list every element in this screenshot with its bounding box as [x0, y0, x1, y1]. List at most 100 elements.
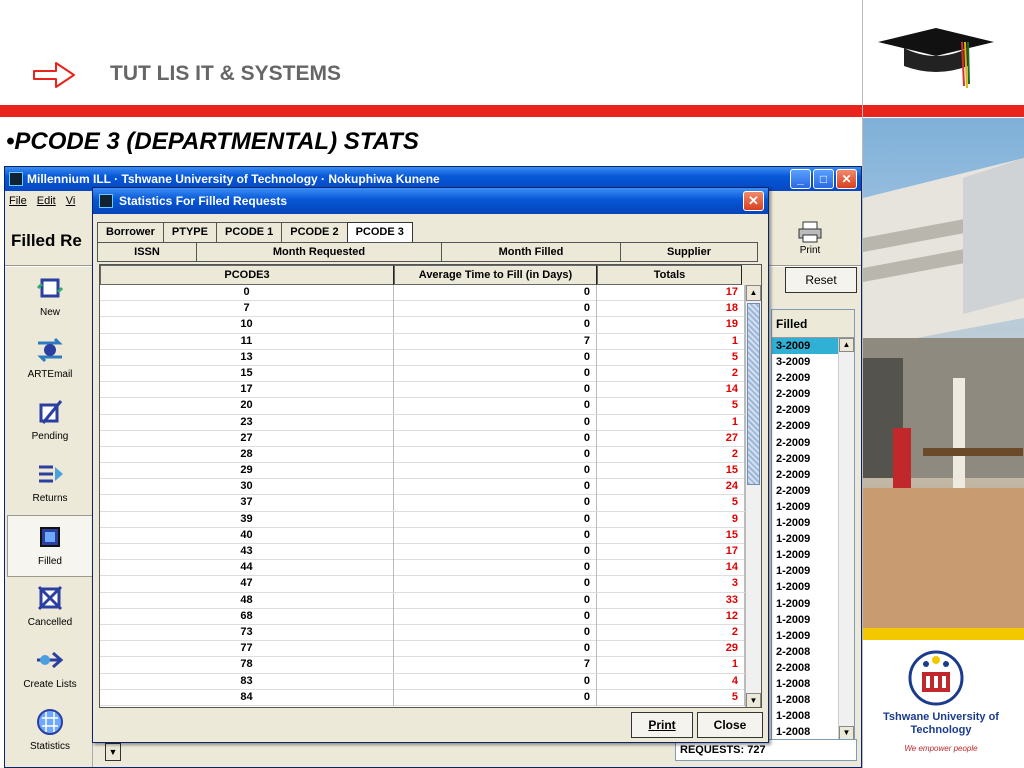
table-row[interactable]: 37 0 5	[100, 495, 746, 512]
slide-bullet: •PCODE 3 (DEPARTMENTAL) STATS	[6, 128, 419, 155]
print-button[interactable]: Print	[631, 712, 693, 738]
slide-title: TUT LIS IT & SYSTEMS	[110, 62, 342, 85]
table-row[interactable]: 78 7 1	[100, 657, 746, 674]
table-row[interactable]: 11 7 1	[100, 333, 746, 350]
minimize-icon[interactable]: _	[790, 169, 811, 189]
cell-avg-time: 7	[394, 333, 597, 350]
table-row[interactable]: 44 0 14	[100, 560, 746, 577]
table-row[interactable]: 83 0 4	[100, 673, 746, 690]
cell-avg-time: 0	[394, 527, 597, 544]
reset-button[interactable]: Reset	[785, 267, 857, 293]
column-header-pcode3[interactable]: PCODE3	[100, 265, 394, 285]
cell-pcode3: 73	[100, 624, 394, 641]
table-row[interactable]: 7 0 18	[100, 301, 746, 318]
sidebar-item-cancelled[interactable]: Cancelled	[7, 577, 93, 639]
menu-view[interactable]: Vi	[66, 191, 76, 211]
filled-requests-list[interactable]: Filled 3-2009 3-2009 2-2009 2-2009 2-2009 2-2…	[771, 309, 855, 741]
column-header-totals[interactable]: Totals	[597, 265, 742, 285]
table-row[interactable]: 27 0 27	[100, 430, 746, 447]
logo-motto: We empower people	[904, 744, 978, 753]
gold-divider	[863, 628, 1024, 640]
cell-pcode3: 68	[100, 608, 394, 625]
graduation-cap-icon	[878, 28, 994, 89]
tab-pcode2[interactable]: PCODE 2	[281, 222, 348, 242]
scroll-thumb[interactable]	[747, 303, 760, 485]
table-row[interactable]: 10 0 19	[100, 317, 746, 334]
table-row[interactable]: 68 0 12	[100, 608, 746, 625]
cell-total: 15	[597, 527, 745, 544]
tab-borrower[interactable]: Borrower	[97, 222, 164, 242]
table-row[interactable]: 28 0 2	[100, 446, 746, 464]
table-row[interactable]: 43 0 17	[100, 544, 746, 561]
scroll-up-icon[interactable]: ▲	[839, 338, 854, 352]
table-row[interactable]: 17 0 14	[100, 382, 746, 399]
logo-name: Tshwane University of Technology	[883, 711, 999, 736]
table-row[interactable]: 23 0 1	[100, 414, 746, 431]
chevron-down-icon[interactable]: ▼	[105, 743, 121, 761]
sidebar-item-filled[interactable]: Filled	[7, 515, 93, 577]
tab-ptype[interactable]: PTYPE	[162, 222, 217, 242]
table-row[interactable]: 40 0 15	[100, 527, 746, 544]
table-row[interactable]: 0 0 17	[100, 285, 746, 302]
filled-icon	[40, 527, 60, 547]
tab-month-filled[interactable]: Month Filled	[441, 242, 621, 262]
cell-total: 5	[597, 398, 745, 415]
cell-avg-time: 0	[394, 624, 597, 641]
menu-edit[interactable]: Edit	[37, 191, 56, 211]
cell-avg-time: 0	[394, 301, 597, 318]
sidebar-label: Returns	[32, 493, 68, 504]
dialog-titlebar[interactable]: Statistics For Filled Requests ✕	[93, 188, 768, 214]
column-header-avg-time[interactable]: Average Time to Fill (in Days)	[394, 265, 597, 285]
list-scrollbar[interactable]: ▲ ▼	[838, 338, 854, 740]
table-row[interactable]: 39 0 9	[100, 511, 746, 528]
table-row[interactable]: 30 0 24	[100, 479, 746, 496]
menu-file[interactable]: File	[9, 191, 27, 211]
cell-total: 5	[597, 495, 745, 512]
scroll-down-icon[interactable]: ▼	[746, 693, 761, 707]
sidebar-item-statistics[interactable]: Statistics	[7, 701, 93, 763]
sidebar-item-create-lists[interactable]: Create Lists	[7, 639, 93, 701]
table-row[interactable]: 84 0 5	[100, 689, 746, 706]
cell-avg-time: 0	[394, 414, 597, 431]
close-button[interactable]: Close	[697, 712, 763, 738]
cell-total: 4	[597, 673, 745, 690]
cell-pcode3: 7	[100, 301, 394, 318]
cell-pcode3: 27	[100, 430, 394, 447]
dialog-close-icon[interactable]: ✕	[743, 191, 764, 211]
table-row[interactable]: 13 0 5	[100, 349, 746, 366]
cell-total: 14	[597, 382, 745, 399]
cell-pcode3: 48	[100, 592, 394, 609]
tut-logo	[908, 650, 964, 706]
table-row[interactable]: 47 0 3	[100, 576, 746, 593]
sidebar-item-artemail[interactable]: ARTEmail	[7, 329, 93, 391]
sidebar-item-pending[interactable]: Pending	[7, 391, 93, 453]
table-row[interactable]: 15 0 2	[100, 365, 746, 383]
table-row[interactable]: 77 0 29	[100, 641, 746, 658]
sidebar-item-returns[interactable]: Returns	[7, 453, 93, 515]
tab-pcode3[interactable]: PCODE 3	[346, 222, 413, 242]
maximize-icon[interactable]: □	[813, 169, 834, 189]
table-row[interactable]: 73 0 2	[100, 624, 746, 642]
close-icon[interactable]: ✕	[836, 169, 857, 189]
cell-pcode3: 17	[100, 382, 394, 399]
cell-avg-time: 0	[394, 560, 597, 577]
table-row[interactable]: 29 0 15	[100, 463, 746, 480]
tab-issn[interactable]: ISSN	[97, 242, 197, 262]
table-row[interactable]: 48 0 33	[100, 592, 746, 609]
table-row[interactable]: 20 0 5	[100, 398, 746, 415]
sidebar-item-new[interactable]: New	[7, 267, 93, 329]
cell-pcode3: 11	[100, 333, 394, 350]
scroll-up-icon[interactable]: ▲	[746, 285, 761, 301]
tab-supplier[interactable]: Supplier	[620, 242, 758, 262]
tab-pcode1[interactable]: PCODE 1	[215, 222, 283, 242]
app-title: Millennium ILL · Tshwane University of T…	[27, 172, 440, 186]
table-scrollbar[interactable]: ▲ ▼	[745, 285, 761, 707]
print-label: Print	[799, 245, 821, 256]
list-header[interactable]: Filled	[772, 310, 854, 338]
cell-pcode3: 15	[100, 365, 394, 382]
scroll-down-icon[interactable]: ▼	[839, 726, 854, 740]
new-request-icon	[36, 278, 64, 298]
toolbar-print-button[interactable]: Print	[783, 217, 837, 263]
tab-month-requested[interactable]: Month Requested	[196, 242, 442, 262]
cell-avg-time: 0	[394, 608, 597, 625]
